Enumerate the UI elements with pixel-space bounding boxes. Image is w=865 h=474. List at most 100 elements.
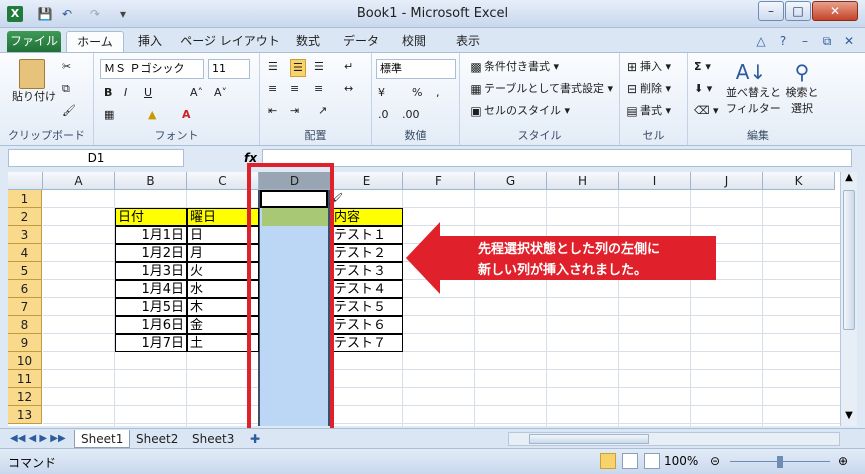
vertical-scrollbar[interactable]: ▲ ▼ [840,172,857,426]
copy-icon[interactable]: ⧉ [62,81,70,97]
row-header-11[interactable]: 11 [8,370,42,388]
comma-icon[interactable]: , [436,85,440,101]
column-header-i[interactable]: I [619,172,691,190]
shrink-font-icon[interactable]: A˅ [214,85,227,101]
row-header-10[interactable]: 10 [8,352,42,370]
formula-input[interactable] [262,149,852,167]
increase-decimal-icon[interactable]: .0 [378,107,389,123]
page-layout-view-icon[interactable] [622,453,638,469]
cut-icon[interactable]: ✂ [62,59,71,75]
row-header-9[interactable]: 9 [8,334,42,352]
font-name-combo[interactable]: ＭＳ Ｐゴシック [100,59,204,79]
zoom-out-icon[interactable]: ⊝ [710,454,720,468]
orientation-icon[interactable]: ↗ [318,103,327,119]
scroll-down-icon[interactable]: ▼ [841,410,857,426]
close-button[interactable]: ✕ [812,1,858,21]
insert-cells-button[interactable]: ⊞ 挿入 ▾ [624,59,671,75]
sheet-tab-1[interactable]: Sheet1 [74,430,131,448]
align-bottom-icon[interactable]: ☰ [314,59,324,75]
cell-date[interactable]: 1月1日 [115,226,187,244]
format-painter-icon[interactable]: 🖌 [62,103,76,119]
worksheet-grid[interactable]: ABCDEFGHIJK 1 2 3 4 5 6 7 8 9 10 11 12 13 🖌 日付 曜日 内容 1月… [8,172,840,426]
row-header-13[interactable]: 13 [8,406,42,424]
cell-date[interactable]: 1月5日 [115,298,187,316]
border-icon[interactable]: ▦ [104,107,114,123]
format-cells-button[interactable]: ▤ 書式 ▾ [624,103,671,119]
cell-content[interactable]: テスト２ [331,244,403,262]
close-workbook-icon[interactable]: ✕ [841,32,857,50]
cell-styles-button[interactable]: ▣ セルのスタイル ▾ [468,103,570,119]
conditional-format-button[interactable]: ▩ 条件付き書式 ▾ [468,59,559,75]
font-color-icon[interactable]: A [182,107,191,123]
column-header-k[interactable]: K [763,172,835,190]
cell-b2-header-date[interactable]: 日付 [115,208,187,226]
currency-icon[interactable]: ¥ [378,85,385,101]
autosum-icon[interactable]: Σ ▾ [694,59,711,75]
column-header-h[interactable]: H [547,172,619,190]
decrease-indent-icon[interactable]: ⇤ [268,103,277,119]
fill-color-icon[interactable]: ▲ [148,107,156,123]
column-header-f[interactable]: F [403,172,475,190]
row-header-7[interactable]: 7 [8,298,42,316]
horizontal-scrollbar[interactable] [508,432,840,446]
paste-button[interactable]: 貼り付け [12,59,56,105]
tab-insert[interactable]: 挿入 [130,31,170,52]
grow-font-icon[interactable]: A˄ [190,85,203,101]
align-right-icon[interactable]: ≡ [314,81,323,97]
sort-filter-button[interactable]: A↓ 並べ替えと フィルター [726,59,781,117]
minimize-button[interactable]: – [758,1,784,21]
row-header-5[interactable]: 5 [8,262,42,280]
cell-date[interactable]: 1月6日 [115,316,187,334]
new-sheet-icon[interactable]: ✚ [244,430,266,448]
cell-content[interactable]: テスト３ [331,262,403,280]
fill-icon[interactable]: ⬇ ▾ [694,81,712,97]
clear-icon[interactable]: ⌫ ▾ [694,103,719,119]
tab-file[interactable]: ファイル [7,31,61,52]
tab-formulas[interactable]: 数式 [288,31,328,52]
tab-page-layout[interactable]: ページ レイアウト [180,31,280,52]
column-header-j[interactable]: J [691,172,763,190]
row-header-1[interactable]: 1 [8,190,42,208]
tab-view[interactable]: 表示 [446,31,490,52]
normal-view-icon[interactable] [600,453,616,469]
cell-content[interactable]: テスト５ [331,298,403,316]
row-header-4[interactable]: 4 [8,244,42,262]
zoom-level[interactable]: 100% [664,454,698,468]
column-header-a[interactable]: A [43,172,115,190]
font-size-combo[interactable]: 11 [208,59,250,79]
italic-button[interactable]: I [124,85,127,101]
name-box[interactable]: D1 [8,149,184,167]
number-format-combo[interactable]: 標準 [376,59,456,79]
percent-icon[interactable]: % [412,85,422,101]
select-all-corner[interactable] [8,172,43,190]
row-header-6[interactable]: 6 [8,280,42,298]
h-scroll-thumb[interactable] [529,434,649,444]
maximize-button[interactable]: □ [785,1,811,21]
tab-data[interactable]: データ [338,31,384,52]
row-header-8[interactable]: 8 [8,316,42,334]
format-as-table-button[interactable]: ▦ テーブルとして書式設定 ▾ [468,81,613,97]
tab-review[interactable]: 校閲 [394,31,434,52]
collapse-ribbon-icon[interactable]: △ [753,32,769,50]
zoom-in-icon[interactable]: ⊕ [838,454,848,468]
delete-cells-button[interactable]: ⊟ 削除 ▾ [624,81,671,97]
cell-date[interactable]: 1月2日 [115,244,187,262]
cell-content[interactable]: テスト７ [331,334,403,352]
cell-date[interactable]: 1月7日 [115,334,187,352]
scroll-up-icon[interactable]: ▲ [841,172,857,188]
minimize-workbook-icon[interactable]: – [797,32,813,50]
column-header-b[interactable]: B [115,172,187,190]
wrap-text-icon[interactable]: ↵ [344,59,353,75]
page-break-view-icon[interactable] [644,453,660,469]
align-top-icon[interactable]: ☰ [268,59,278,75]
row-header-12[interactable]: 12 [8,388,42,406]
align-middle-icon[interactable]: ☰ [290,59,306,77]
increase-indent-icon[interactable]: ⇥ [290,103,299,119]
row-header-2[interactable]: 2 [8,208,42,226]
cell-date[interactable]: 1月4日 [115,280,187,298]
align-center-icon[interactable]: ≡ [290,81,299,97]
underline-button[interactable]: U [144,85,152,101]
decrease-decimal-icon[interactable]: .00 [402,107,420,123]
cell-content[interactable]: テスト１ [331,226,403,244]
column-header-g[interactable]: G [475,172,547,190]
